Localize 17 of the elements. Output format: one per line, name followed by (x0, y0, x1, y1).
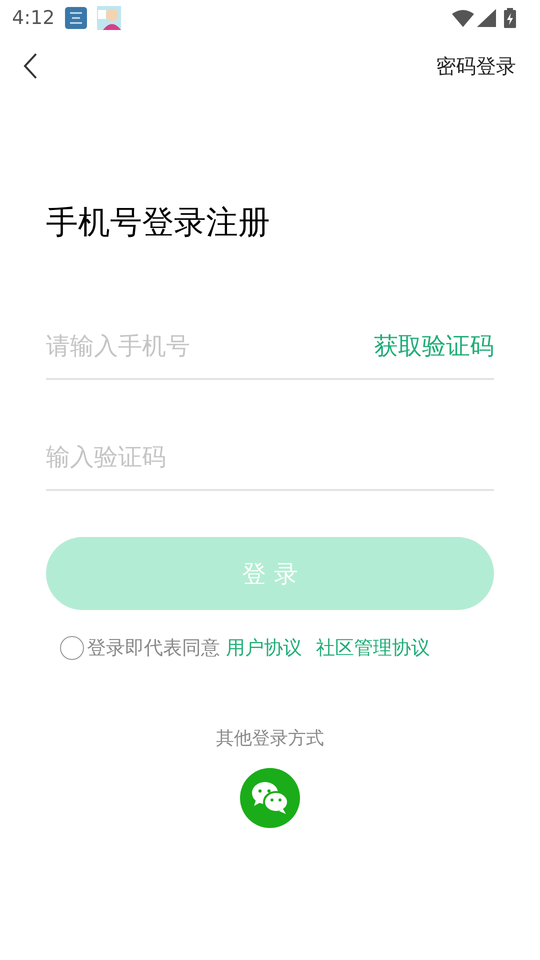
wifi-icon (452, 9, 474, 27)
battery-icon (504, 8, 516, 28)
chat-bubbles-icon (250, 780, 290, 814)
password-login-link[interactable]: 密码登录 (436, 51, 516, 81)
get-code-button[interactable]: 获取验证码 (374, 328, 494, 364)
signal-icon (477, 9, 496, 27)
phone-field[interactable]: 请输入手机号 获取验证码 (46, 314, 494, 380)
app-notification-icon (96, 6, 121, 30)
agreement-link[interactable]: 用户协议 (226, 634, 302, 662)
app-notification-icon (64, 7, 87, 29)
status-time: 4:12 (12, 6, 55, 31)
page-title: 手机号登录注册 (46, 202, 271, 243)
agreement-checkbox[interactable] (60, 636, 84, 660)
agreement-link[interactable]: 社区管理协议 (316, 634, 430, 662)
other-login-label: 其他登录方式 (216, 726, 324, 750)
code-field[interactable]: 输入验证码 (46, 425, 494, 491)
agreement-text: 登录即代表同意 (87, 636, 220, 661)
